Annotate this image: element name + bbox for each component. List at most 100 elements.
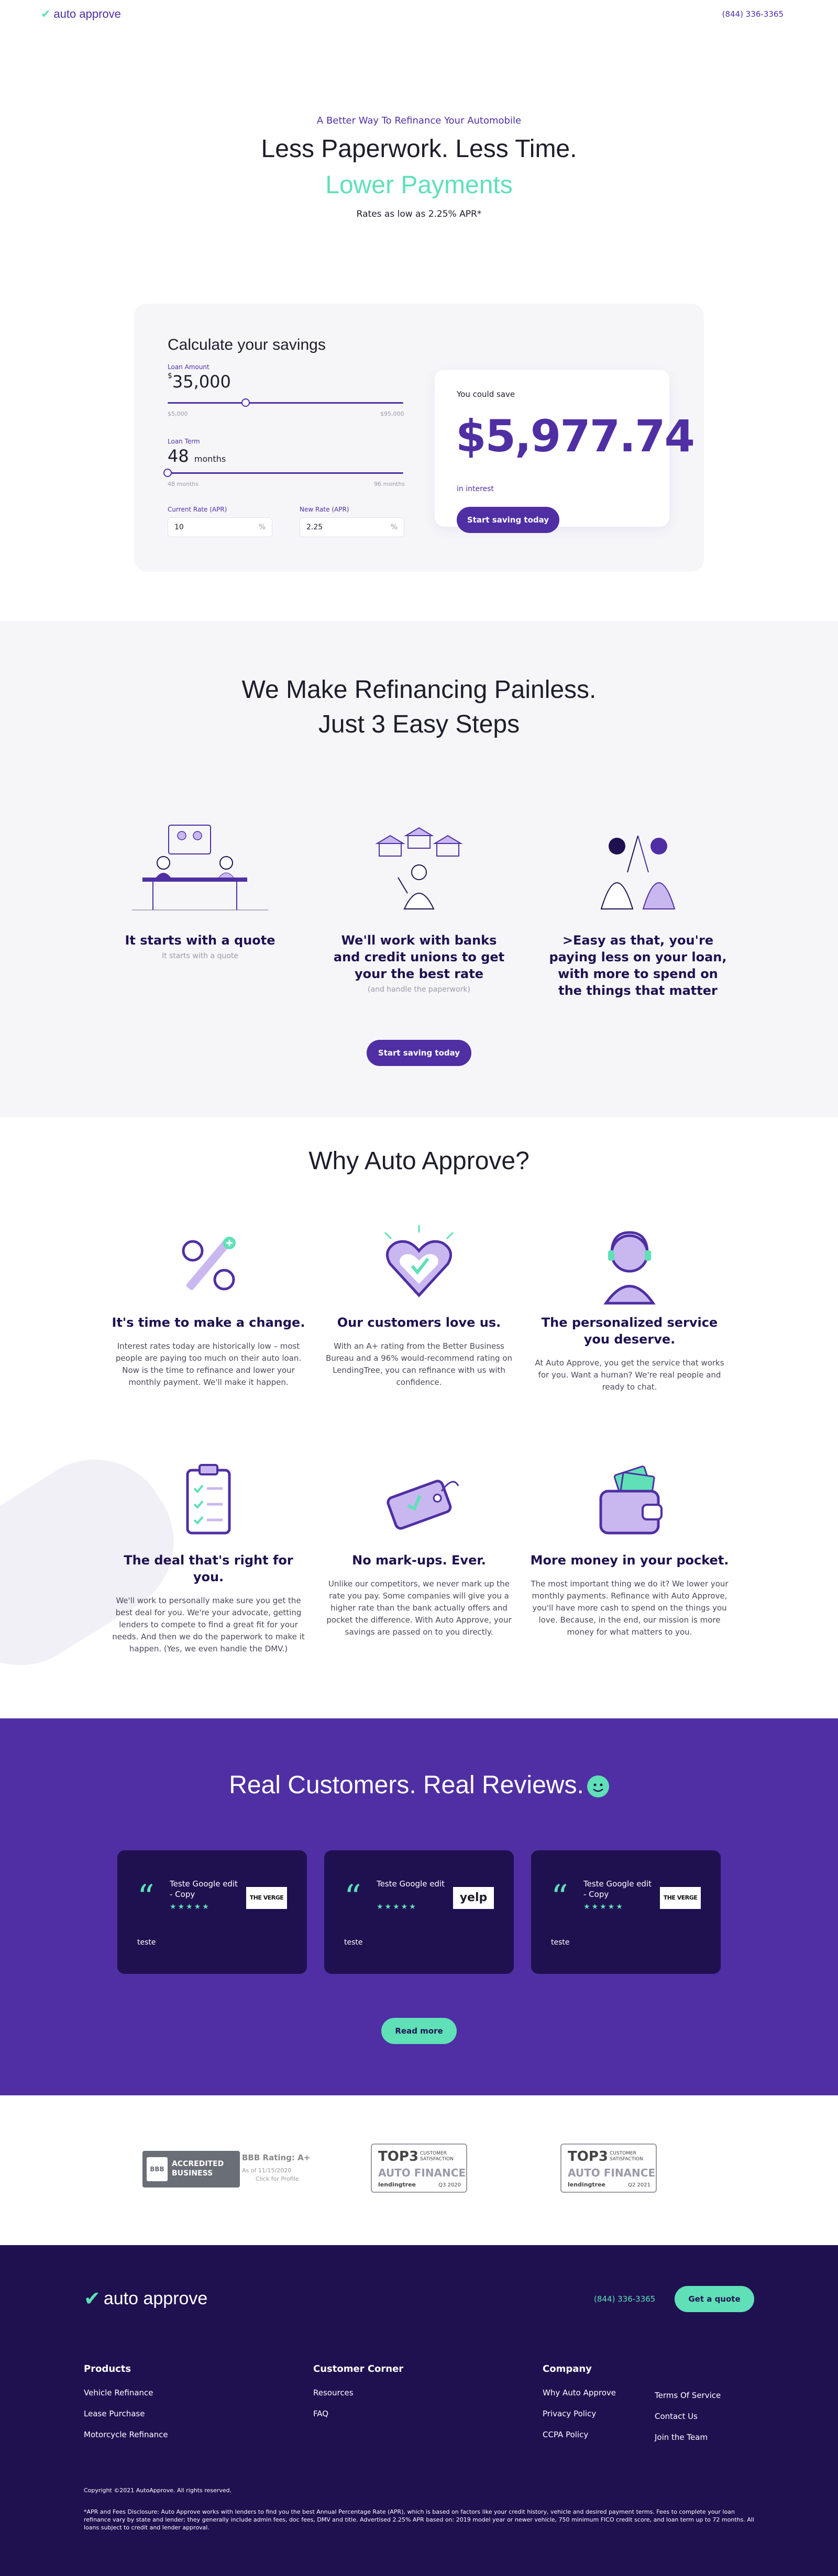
- reviewer-name: Teste Google edit: [377, 1879, 445, 1889]
- high-five-illustration: [600, 835, 676, 909]
- footer-phone-link[interactable]: (844) 336-3365: [594, 2294, 655, 2304]
- logo-link[interactable]: ✔ auto approve: [41, 7, 121, 21]
- bbb-rating: BBB Rating: A+: [242, 2153, 311, 2162]
- banks-illustration: [375, 827, 463, 909]
- reviews-title-text: Real Customers. Real Reviews.: [229, 1771, 584, 1799]
- bbb-profile-link[interactable]: Click for Profile: [242, 2175, 321, 2183]
- why-heading-change: It's time to make a change.: [112, 1315, 305, 1330]
- logo-text: auto approve: [53, 7, 121, 20]
- step-2-heading: We'll work with banks and credit unions …: [333, 933, 505, 981]
- footer-link-contact[interactable]: Contact Us: [655, 2412, 721, 2421]
- top3-title: TOP3: [568, 2149, 608, 2164]
- top3-subtitle: CUSTOMER SATISFACTION: [420, 2151, 454, 2162]
- loan-amount-min: $5,000: [168, 410, 188, 417]
- new-rate-value: 2.25: [306, 523, 323, 531]
- why-heading-love: Our customers love us.: [337, 1315, 501, 1330]
- footer-link-why-auto-approve[interactable]: Why Auto Approve: [543, 2388, 616, 2397]
- percent-icon: [182, 1237, 236, 1291]
- why-text-love: With an A+ rating from the Better Busine…: [325, 1341, 513, 1387]
- wallet-icon: [599, 1465, 663, 1535]
- review-card: “ Teste Google edit ★★★★★ yelp teste: [324, 1850, 514, 1974]
- footer-logo-link[interactable]: ✔ auto approve: [84, 2287, 207, 2310]
- why-item-change: It's time to make a change. Interest rat…: [109, 1222, 308, 1389]
- source-logo: yelp: [453, 1887, 494, 1909]
- loan-term-max: 96 months: [374, 481, 405, 487]
- hero-rates: Rates as low as 2.25% APR*: [356, 209, 482, 219]
- footer-link-terms[interactable]: Terms Of Service: [655, 2391, 721, 2400]
- calculator-title: Calculate your savings: [168, 336, 326, 353]
- percent-sign: %: [390, 523, 398, 531]
- footer-link-motorcycle-refinance[interactable]: Motorcycle Refinance: [84, 2430, 168, 2439]
- heart-icon: [384, 1225, 454, 1297]
- footer-link-vehicle-refinance[interactable]: Vehicle Refinance: [84, 2388, 168, 2397]
- why-text-deal: We'll work to personally make sure you g…: [112, 1596, 305, 1653]
- new-rate-input[interactable]: 2.25 %: [300, 517, 404, 537]
- smiley-icon: [587, 1775, 609, 1798]
- loan-term-label: Loan Term: [168, 438, 200, 445]
- in-interest-label: in interest: [457, 485, 494, 493]
- savings-result-card: You could save $5,977.74 in interest Sta…: [435, 370, 695, 533]
- start-saving-button[interactable]: Start saving today: [457, 507, 559, 533]
- loan-amount-number: 35,000: [172, 372, 231, 392]
- reviews-title: Real Customers. Real Reviews.: [0, 1771, 838, 1800]
- get-a-quote-button[interactable]: Get a quote: [675, 2286, 754, 2312]
- hero-eyebrow: A Better Way To Refinance Your Automobil…: [316, 115, 522, 126]
- top3-quarter: Q2 2021: [628, 2182, 650, 2188]
- footer-link-ccpa-policy[interactable]: CCPA Policy: [543, 2430, 616, 2439]
- footer-company-column: Company Why Auto Approve Privacy Policy …: [543, 2363, 616, 2451]
- current-rate-input[interactable]: 10 %: [168, 517, 272, 537]
- clipboard-icon: [186, 1464, 231, 1535]
- loan-term-slider-handle[interactable]: [163, 469, 172, 477]
- checkmark-logo-icon: ✔: [41, 7, 51, 21]
- bbb-date-text: As of 11/15/2020: [242, 2167, 292, 2174]
- footer-link-faq[interactable]: FAQ: [313, 2409, 403, 2418]
- footer-company-title: Company: [543, 2363, 592, 2374]
- loan-amount-slider-track[interactable]: [168, 402, 403, 404]
- star-rating: ★★★★★: [170, 1903, 211, 1911]
- footer-link-lease-purchase[interactable]: Lease Purchase: [84, 2409, 168, 2418]
- why-section: Why Auto Approve? It's time to make a ch…: [0, 1117, 838, 1718]
- reviewer-name: Teste Google edit - Copy: [583, 1879, 652, 1899]
- review-card: “ Teste Google edit - Copy ★★★★★ THE VER…: [117, 1850, 307, 1974]
- top3-quarter: Q3 2020: [438, 2182, 461, 2188]
- apr-disclosure: *APR and Fees Disclosure: Auto Approve w…: [84, 2508, 754, 2531]
- why-item-service: The personalized service you deserve. At…: [530, 1222, 729, 1393]
- why-text-money: The most important thing we do it? We lo…: [531, 1579, 729, 1637]
- price-tag-icon: [387, 1480, 459, 1530]
- footer-logo-text: auto approve: [103, 2288, 208, 2308]
- loan-amount-slider-handle[interactable]: [241, 398, 250, 407]
- support-agent-icon: [603, 1231, 656, 1305]
- reviewer-name: Teste Google edit - Copy: [170, 1879, 238, 1899]
- why-item-money: More money in your pocket. The most impo…: [530, 1460, 729, 1638]
- steps-start-saving-button[interactable]: Start saving today: [367, 1040, 471, 1066]
- read-more-button[interactable]: Read more: [381, 2018, 457, 2044]
- review-text: teste: [137, 1938, 156, 1947]
- footer-link-join-team[interactable]: Join the Team: [655, 2433, 721, 2442]
- why-title: Why Auto Approve?: [308, 1147, 530, 1175]
- step-2-sub: (and handle the paperwork): [368, 985, 470, 994]
- team-meeting-illustration: [132, 825, 268, 911]
- footer-link-resources[interactable]: Resources: [313, 2388, 403, 2397]
- why-heading-markups: No mark-ups. Ever.: [352, 1553, 486, 1568]
- loan-amount-label: Loan Amount: [168, 363, 210, 371]
- review-text: teste: [344, 1938, 363, 1947]
- why-text-markups: Unlike our competitors, we never mark up…: [326, 1579, 512, 1637]
- bbb-accredited-badge[interactable]: BBB ACCREDITED BUSINESS: [142, 2151, 240, 2188]
- lendingtree-logo: lendingtree: [378, 2181, 416, 2188]
- bbb-date: As of 11/15/2020 Click for Profile: [242, 2167, 321, 2183]
- steps-title-line2: Just 3 Easy Steps: [318, 710, 520, 738]
- loan-term-slider-track[interactable]: [168, 472, 403, 474]
- top-bar: ✔ auto approve (844) 336-3365: [0, 0, 838, 31]
- steps-section: We Make Refinancing Painless. Just 3 Eas…: [0, 621, 838, 1117]
- footer-link-privacy-policy[interactable]: Privacy Policy: [543, 2409, 616, 2418]
- savings-calculator: Calculate your savings Loan Amount $35,0…: [134, 304, 704, 572]
- footer: ✔ auto approve (844) 336-3365 Get a quot…: [0, 2245, 838, 2576]
- step-1: It starts with a quote It starts with a …: [111, 820, 289, 960]
- top3-title: TOP3: [378, 2149, 418, 2164]
- star-rating: ★★★★★: [583, 1903, 624, 1911]
- header-phone-link[interactable]: (844) 336-3365: [722, 9, 784, 19]
- hero-section: A Better Way To Refinance Your Automobil…: [0, 115, 838, 219]
- top3-subtitle: CUSTOMER SATISFACTION: [610, 2151, 643, 2162]
- why-heading-money: More money in your pocket.: [530, 1553, 729, 1568]
- why-text-change: Interest rates today are historically lo…: [115, 1341, 302, 1387]
